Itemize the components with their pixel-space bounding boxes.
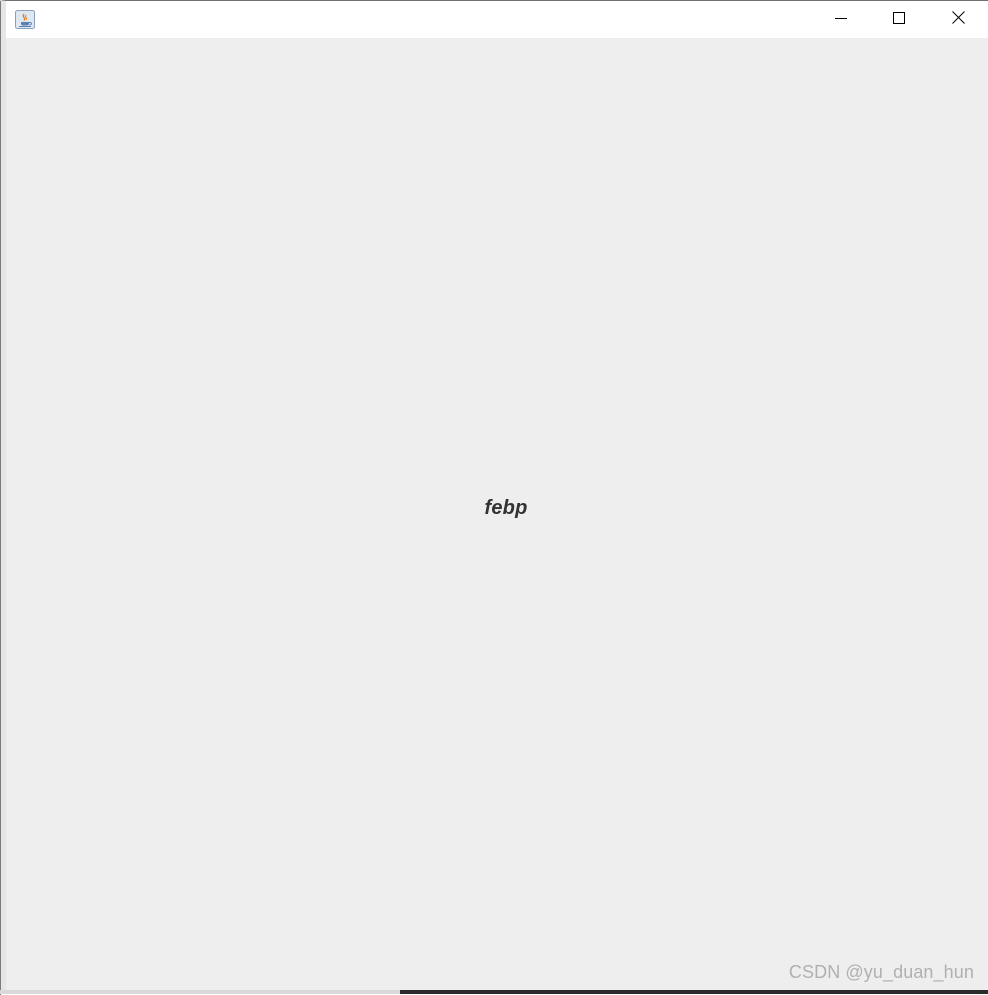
java-coffee-cup-icon[interactable] [15, 10, 35, 29]
maximize-icon [893, 11, 905, 29]
centered-label: febp [484, 497, 528, 519]
watermark-text: CSDN @yu_duan_hun [788, 962, 974, 982]
close-icon [951, 10, 965, 29]
app-window: febp [0, 0, 988, 995]
close-button[interactable] [928, 1, 988, 38]
minimize-button[interactable] [812, 1, 870, 38]
maximize-button[interactable] [870, 1, 928, 38]
taskbar-dark-segment [400, 990, 988, 994]
taskbar-edge [0, 990, 988, 994]
title-bar[interactable] [6, 1, 988, 38]
content-panel: febp [6, 38, 988, 994]
minimize-icon [835, 11, 847, 29]
